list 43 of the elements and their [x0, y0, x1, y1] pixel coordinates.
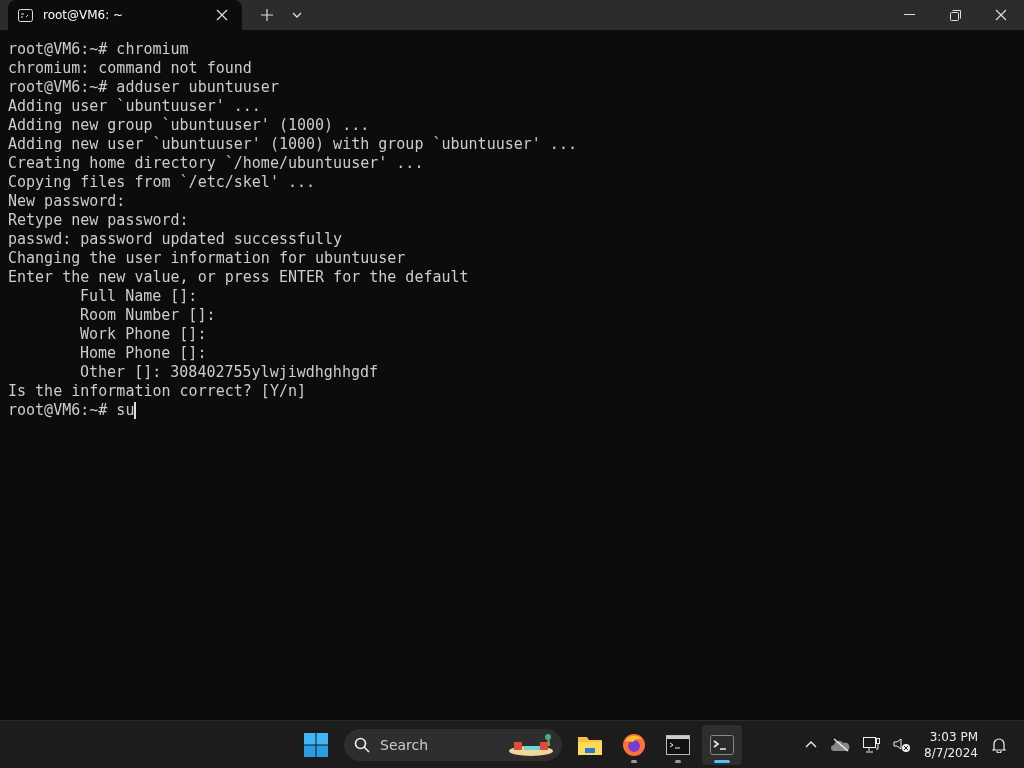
terminal-line: Full Name []:	[80, 287, 198, 306]
terminal-line: Enter the new value, or press ENTER for the default	[8, 268, 469, 287]
beach-icon	[508, 733, 554, 756]
terminal-tab[interactable]: root@VM6: ~	[8, 0, 242, 30]
terminal-line: Adding user `ubuntuuser' ...	[8, 97, 261, 116]
terminal-line: Copying files from `/etc/skel' ...	[8, 173, 316, 192]
search-input[interactable]: Search	[378, 735, 500, 754]
tab-title: root@VM6: ~	[43, 8, 125, 22]
caret-icon	[292, 12, 302, 18]
close-icon	[995, 9, 1007, 21]
terminal-line: Other []: 308402755ylwjiwdhghhgdf	[80, 363, 378, 382]
minimize-icon	[903, 14, 915, 16]
search-bar[interactable]: Search	[344, 728, 562, 761]
terminal-line: root@VM6:~# su	[8, 401, 135, 420]
terminal-line: Is the information correct? [Y/n]	[8, 382, 306, 401]
terminal-line: passwd: password updated successfully	[8, 230, 343, 249]
plus-icon	[261, 9, 273, 21]
terminal-line: Home Phone []:	[80, 344, 207, 363]
taskbar-app-button[interactable]	[702, 724, 742, 765]
terminal-line: root@VM6:~# chromium	[8, 40, 189, 59]
search-icon	[354, 736, 370, 753]
running-indicator	[714, 759, 730, 763]
windows-icon	[304, 732, 328, 757]
terminal-line: Work Phone []:	[80, 325, 207, 344]
clock-time: 3:03 PM	[929, 728, 978, 745]
terminal-line: root@VM6:~# adduser ubuntuuser	[8, 78, 279, 97]
terminal-line: Room Number []:	[80, 306, 216, 325]
terminal-line: Retype new password:	[8, 211, 189, 230]
terminal-line: New password:	[8, 192, 126, 211]
terminal-line: Changing the user information for ubuntuuser	[8, 249, 406, 268]
terminal-line: chromium: command not found	[8, 59, 252, 78]
console-icon	[666, 734, 690, 755]
terminal-icon	[710, 734, 734, 755]
console-icon	[18, 8, 33, 22]
clock-date: 8/7/2024	[924, 744, 978, 761]
terminal-line: Adding new group `ubuntuuser' (1000) ...	[8, 116, 370, 135]
restore-icon	[949, 9, 961, 21]
running-indicator	[631, 759, 637, 763]
terminal-line: Adding new user `ubuntuuser' (1000) with group `ubuntuuser' ...	[8, 135, 577, 154]
browser-icon	[622, 732, 646, 757]
running-indicator	[675, 759, 681, 763]
close-icon	[216, 9, 228, 21]
terminal-line: Creating home directory `/home/ubuntuuser' ...	[8, 154, 424, 173]
